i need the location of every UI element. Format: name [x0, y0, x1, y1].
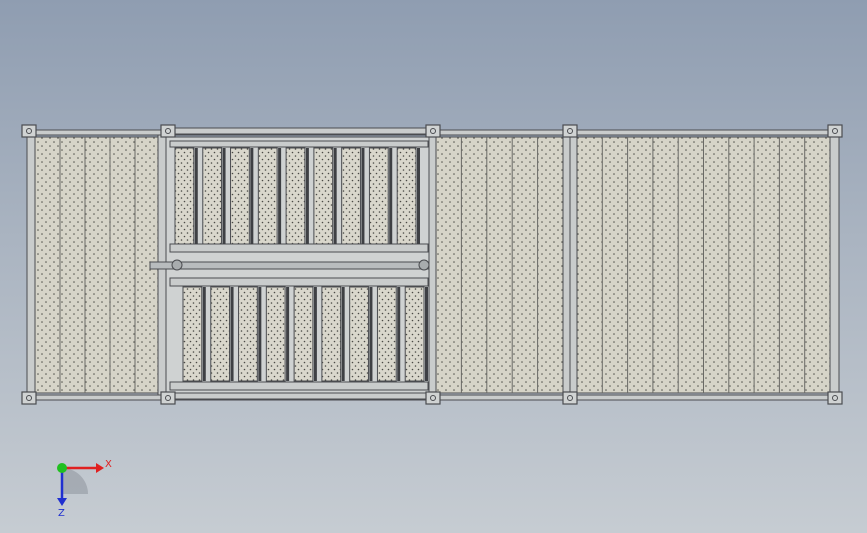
- x-axis-label: X: [105, 459, 112, 470]
- x-axis-arrow-icon: [96, 463, 104, 473]
- upper-slat-gap: [194, 148, 198, 244]
- corner-bracket: [425, 124, 441, 138]
- lower-slat: [265, 286, 286, 382]
- lower-slat: [238, 286, 258, 382]
- lower-slat-gap: [286, 287, 290, 381]
- upper-slat-gap: [389, 148, 393, 244]
- corner-bracket: [425, 391, 441, 405]
- right-end-post: [829, 132, 840, 398]
- gate-mid-lower-bar: [169, 277, 429, 287]
- z-axis-label: Z: [58, 508, 65, 519]
- upper-slat: [341, 147, 361, 245]
- lower-slat: [321, 286, 342, 382]
- left-deck[interactable]: [26, 134, 167, 396]
- right-hinge: [418, 259, 430, 271]
- center-gate[interactable]: [149, 127, 446, 400]
- left-deck-surface: [34, 136, 161, 394]
- platform-model[interactable]: [0, 0, 867, 533]
- gate-lower-bar: [169, 381, 429, 391]
- upper-slat-gap: [333, 148, 337, 244]
- corner-bracket: [562, 391, 578, 405]
- z-axis-arrow-icon: [57, 498, 67, 506]
- cad-viewport[interactable]: X Z: [0, 0, 867, 533]
- lower-slat: [404, 286, 425, 382]
- upper-slat: [257, 147, 278, 245]
- upper-slat: [396, 147, 417, 245]
- y-axis-dot-icon: [57, 463, 67, 473]
- right-deck-a[interactable]: [435, 132, 578, 398]
- left-end-post: [26, 134, 36, 396]
- lower-slat: [210, 286, 231, 382]
- right-deck-a-surface: [435, 136, 564, 394]
- upper-slat: [230, 147, 250, 245]
- orientation-triad: X Z: [57, 459, 112, 519]
- triad-shadow: [62, 468, 88, 494]
- gate-center-shaft: [149, 261, 446, 270]
- lower-slat: [293, 286, 314, 382]
- lower-slat: [376, 286, 397, 382]
- upper-slat: [285, 147, 306, 245]
- upper-slat-gap: [361, 148, 365, 244]
- corner-bracket: [160, 391, 176, 405]
- lower-slat-gap: [369, 287, 373, 381]
- upper-slat-gap: [278, 148, 282, 244]
- upper-slat-gap: [305, 148, 309, 244]
- upper-slat-gap: [417, 148, 420, 244]
- corner-bracket: [21, 124, 37, 138]
- lower-slat-gap: [230, 287, 234, 381]
- upper-slat-gap: [250, 148, 254, 244]
- lower-slat-gap: [425, 287, 428, 381]
- gate-top-bar: [165, 127, 433, 135]
- gate-upper-bar: [169, 140, 429, 148]
- lower-slat-gap: [202, 287, 206, 381]
- corner-bracket: [160, 124, 176, 138]
- upper-slat: [368, 147, 389, 245]
- lower-slat-gap: [397, 287, 401, 381]
- upper-slat: [202, 147, 223, 245]
- upper-slat: [313, 147, 334, 245]
- lower-slat-gap: [313, 287, 317, 381]
- lower-slat-gap: [341, 287, 345, 381]
- right-deck-b[interactable]: [576, 132, 840, 398]
- corner-bracket: [827, 391, 843, 405]
- left-hinge: [171, 259, 183, 271]
- corner-bracket: [21, 391, 37, 405]
- lower-slat: [182, 286, 203, 382]
- gate-bottom-bar: [165, 392, 433, 400]
- gate-mid-upper-bar: [169, 243, 429, 253]
- lower-slat: [349, 286, 369, 382]
- gate-right-post: [428, 136, 437, 396]
- corner-bracket: [827, 124, 843, 138]
- lower-slat-gap: [258, 287, 262, 381]
- upper-slat-gap: [222, 148, 226, 244]
- upper-slat: [174, 147, 195, 245]
- corner-bracket: [562, 124, 578, 138]
